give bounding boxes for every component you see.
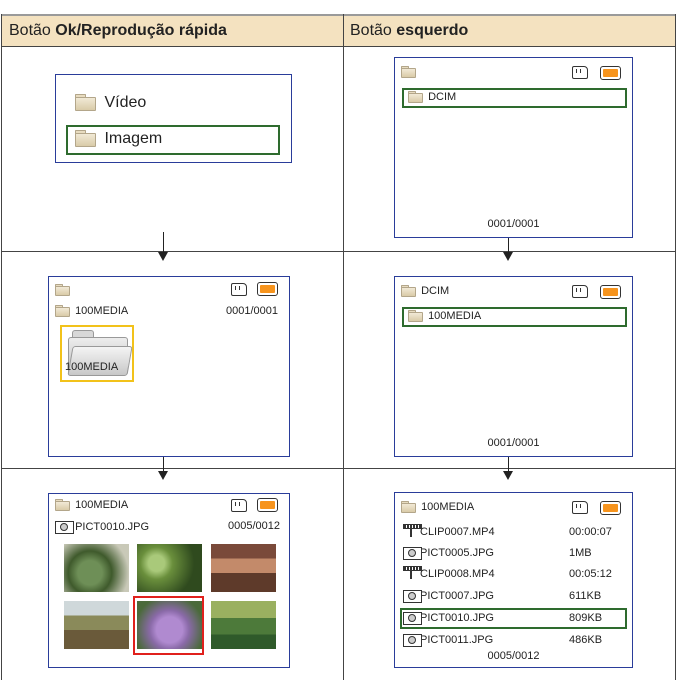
film-icon (403, 566, 422, 579)
folder-row-100media[interactable]: 100MEDIA (408, 310, 481, 322)
file-name: CLIP0008.MP4 (420, 568, 495, 580)
screen-media-type-menu: Vídeo Imagem (55, 74, 292, 163)
column-header-left-button: Botão esquerdo (343, 14, 675, 46)
thumbnail[interactable] (137, 544, 202, 592)
file-row[interactable]: PICT0007.JPG 611KB (403, 588, 628, 603)
table-border-right (675, 14, 676, 680)
folder-up-icon (401, 66, 416, 78)
folder-icon (55, 305, 70, 317)
current-folder-row: 100MEDIA (401, 501, 474, 513)
folder-icon (401, 501, 416, 513)
sd-card-icon (231, 499, 247, 512)
sd-card-icon (572, 285, 588, 298)
file-row-selected[interactable]: PICT0010.JPG 809KB (403, 610, 628, 625)
current-folder-row: 100MEDIA (55, 499, 128, 511)
battery-icon (600, 501, 621, 515)
screen-thumbnail-view: 100MEDIA PICT0010.JPG 0005/0012 (48, 493, 290, 668)
file-info: 1MB (569, 547, 592, 559)
file-info: 611KB (569, 590, 602, 602)
folder-icon (55, 499, 70, 511)
current-file-row: PICT0010.JPG (55, 519, 150, 534)
down-arrow-icon (158, 232, 168, 261)
item-counter: 0005/0012 (487, 650, 540, 662)
camera-icon (403, 632, 422, 647)
folder-icon (75, 94, 96, 111)
folder-name: DCIM (428, 91, 457, 103)
instruction-table: Botão Ok/Reprodução rápida Botão esquerd… (0, 0, 677, 680)
file-name: PICT0010.JPG (420, 612, 494, 624)
folder-name: DCIM (421, 285, 450, 297)
thumbnail-selected[interactable] (137, 601, 202, 649)
camera-icon (403, 545, 422, 560)
battery-icon (600, 66, 621, 80)
file-name: PICT0010.JPG (75, 521, 150, 533)
folder-up-icon (55, 284, 70, 296)
file-name: CLIP0007.MP4 (420, 526, 495, 538)
screen-root-folder: DCIM 0001/0001 (394, 57, 633, 238)
camera-icon (55, 519, 74, 534)
file-row[interactable]: PICT0005.JPG 1MB (403, 545, 628, 560)
folder-tile-label: 100MEDIA (65, 361, 119, 373)
parent-folder-row: DCIM (401, 285, 449, 297)
header-prefix: Botão (9, 22, 56, 39)
folder-icon (75, 130, 96, 147)
item-counter: 0001/0001 (487, 218, 540, 230)
camera-icon (403, 588, 422, 603)
file-name: PICT0011.JPG (420, 634, 494, 646)
file-info: 00:05:12 (569, 568, 612, 580)
folder-icon (408, 310, 423, 322)
file-row[interactable]: CLIP0008.MP4 00:05:12 (403, 566, 628, 580)
screen-file-list: 100MEDIA CLIP0007.MP4 00:00:07 PICT0005.… (394, 492, 633, 668)
menu-item-label: Imagem (104, 130, 163, 147)
thumbnail[interactable] (64, 601, 129, 649)
file-row[interactable]: CLIP0007.MP4 00:00:07 (403, 524, 628, 538)
battery-icon (600, 285, 621, 299)
header-bold-text: esquerdo (396, 22, 469, 39)
menu-item-label: Vídeo (104, 94, 147, 111)
sd-card-icon (572, 501, 588, 514)
file-info: 486KB (569, 634, 603, 646)
folder-icon (408, 91, 423, 103)
selected-folder-tile[interactable]: 100MEDIA (60, 325, 134, 382)
folder-name: 100MEDIA (421, 501, 475, 513)
thumbnail[interactable] (64, 544, 129, 592)
folder-name: 100MEDIA (428, 310, 482, 322)
battery-icon (257, 498, 278, 512)
folder-row-dcim[interactable]: DCIM (408, 91, 456, 103)
screen-folder-view: 100MEDIA 0001/0001 100MEDIA (48, 276, 290, 457)
table-rule-row1 (1, 251, 676, 252)
sd-card-icon (231, 283, 247, 296)
folder-name: 100MEDIA (75, 499, 129, 511)
folder-name: 100MEDIA (75, 305, 129, 317)
file-row[interactable]: PICT0011.JPG 486KB (403, 632, 628, 647)
thumbnail[interactable] (211, 601, 276, 649)
table-divider-center (343, 14, 344, 680)
table-rule-header (1, 46, 676, 47)
item-counter: 0001/0001 (487, 437, 540, 449)
menu-item-image[interactable]: Imagem (75, 130, 162, 148)
current-folder-row: 100MEDIA (55, 305, 128, 317)
file-name: PICT0007.JPG (420, 590, 494, 602)
file-name: PICT0005.JPG (420, 547, 494, 559)
folder-icon (401, 285, 416, 297)
battery-icon (257, 282, 278, 296)
table-rule-row2 (1, 468, 676, 469)
film-icon (403, 524, 422, 537)
header-prefix: Botão (350, 22, 397, 39)
header-bold-text: Ok/Reprodução rápida (55, 22, 227, 39)
column-header-ok-button: Botão Ok/Reprodução rápida (2, 14, 343, 46)
thumbnail[interactable] (211, 544, 276, 592)
file-info: 809KB (569, 612, 603, 624)
menu-item-video[interactable]: Vídeo (75, 94, 146, 112)
sd-card-icon (572, 66, 588, 79)
item-counter: 0001/0001 (226, 305, 278, 317)
camera-icon (403, 610, 422, 625)
table-border-left (1, 14, 2, 680)
file-info: 00:00:07 (569, 526, 612, 538)
item-counter: 0005/0012 (228, 520, 280, 532)
screen-dcim-folder: DCIM 100MEDIA 0001/0001 (394, 276, 633, 457)
